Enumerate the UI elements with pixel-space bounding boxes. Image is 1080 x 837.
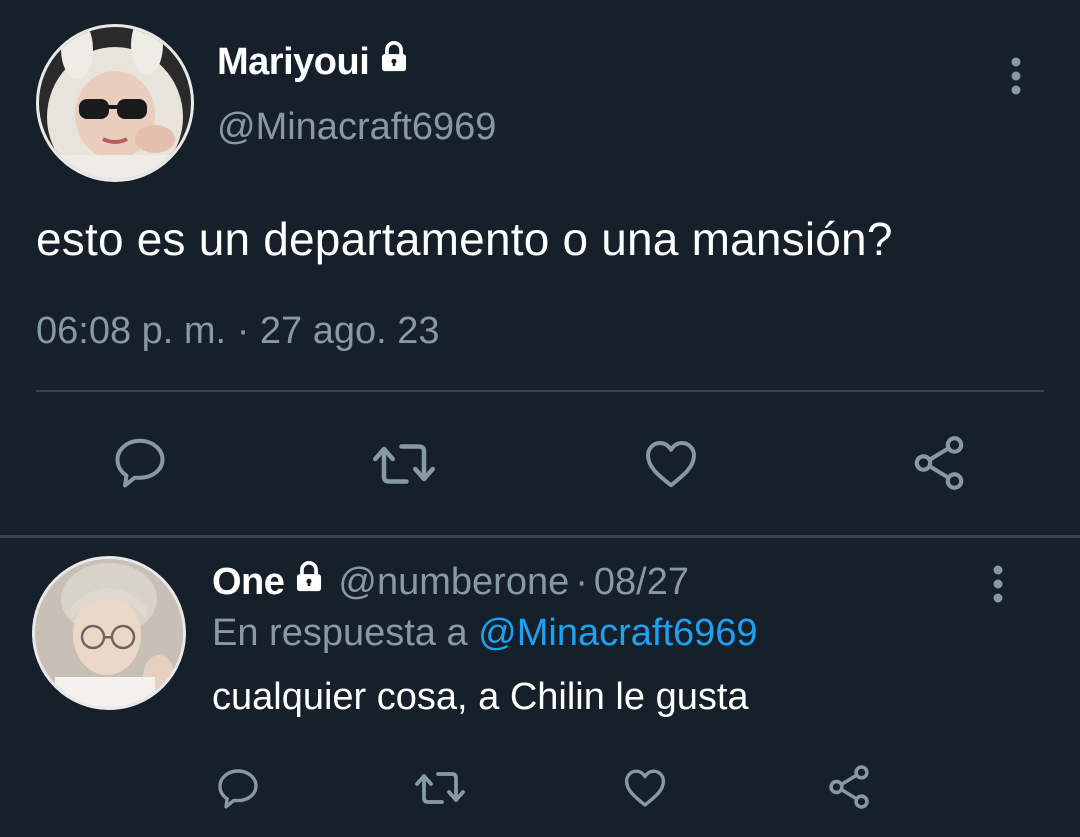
reply-author-handle[interactable]: @numberone xyxy=(338,561,569,604)
like-button[interactable] xyxy=(640,434,702,499)
reply-avatar-image xyxy=(35,559,183,707)
lock-icon xyxy=(292,560,326,604)
tweet-text: esto es un departamento o una mansión? xyxy=(36,213,893,265)
retweet-button[interactable] xyxy=(370,434,438,499)
tweet-date: 27 ago. 23 xyxy=(259,310,440,352)
header-separator: · xyxy=(575,560,588,603)
like-icon xyxy=(646,441,696,488)
comment-icon xyxy=(115,438,165,488)
comment-button[interactable] xyxy=(110,432,170,497)
reply-comment-button[interactable] xyxy=(214,764,262,817)
share-icon xyxy=(829,765,869,809)
reply-share-button[interactable] xyxy=(824,762,874,817)
like-icon xyxy=(624,769,666,807)
tweet-time: 06:08 p. m. xyxy=(36,310,227,352)
retweet-icon xyxy=(373,444,435,484)
tweet-detail-page: Mariyoui @Minacraft6969 esto es un depar… xyxy=(0,0,1080,837)
tweet-timestamp[interactable]: 06:08 p. m. · 27 ago. 23 xyxy=(36,310,440,353)
reply-text: cualquier cosa, a Chilin le gusta xyxy=(212,676,749,718)
reply-date[interactable]: 08/27 xyxy=(594,561,689,604)
avatar[interactable] xyxy=(36,24,194,182)
more-options-icon[interactable] xyxy=(1010,56,1022,101)
reply-to-prefix: En respuesta a xyxy=(212,612,468,654)
reply-more-options-icon[interactable] xyxy=(992,564,1004,609)
divider xyxy=(36,390,1044,392)
lock-icon xyxy=(377,40,411,84)
avatar-image xyxy=(39,27,191,179)
reply-to-mention[interactable]: @Minacraft6969 xyxy=(478,612,757,654)
reply-retweet-button[interactable] xyxy=(412,764,468,817)
meta-separator: · xyxy=(236,310,260,352)
share-button[interactable] xyxy=(908,432,970,499)
author-name[interactable]: Mariyoui xyxy=(217,40,411,84)
reply-header[interactable]: One @numberone · 08/27 xyxy=(212,560,689,604)
reply-avatar[interactable] xyxy=(32,556,186,710)
comment-icon xyxy=(218,769,258,809)
main-tweet: Mariyoui @Minacraft6969 esto es un depar… xyxy=(0,0,1080,535)
reply-like-button[interactable] xyxy=(620,764,670,817)
author-name-text[interactable]: Mariyoui xyxy=(217,41,370,84)
retweet-icon xyxy=(415,772,465,804)
section-divider xyxy=(0,535,1080,538)
share-icon xyxy=(914,436,964,490)
reply-to-line: En respuesta a @Minacraft6969 xyxy=(212,612,758,655)
author-handle[interactable]: @Minacraft6969 xyxy=(217,106,496,149)
reply-author-name[interactable]: One xyxy=(212,561,285,604)
